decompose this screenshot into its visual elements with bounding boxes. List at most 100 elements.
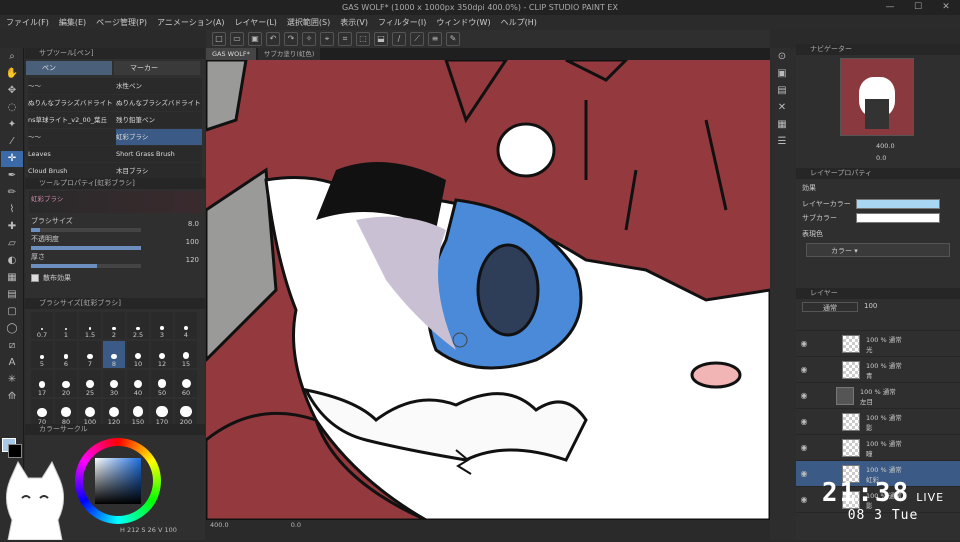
layer-row[interactable]: ◉ 100 % 通常光 [796,331,960,357]
material-icon[interactable]: ▦ [771,117,793,133]
navigator-preview[interactable] [840,58,914,136]
layer-row[interactable]: ◉ 100 % 通常 左目 [796,383,960,409]
ruler-icon[interactable]: ⟋ [410,32,424,46]
brush-size-option[interactable]: 170 [151,399,173,426]
eyedropper-icon[interactable]: ⁄ [1,134,23,150]
expression-dropdown[interactable]: カラー ▾ [806,243,950,257]
saturation-value-square[interactable] [95,458,141,504]
cross-icon[interactable]: ✛ [1,151,23,167]
layer-color-swatch[interactable] [856,199,940,209]
pen-pressure-icon[interactable]: ∕ [392,32,406,46]
eraser-icon[interactable]: ▱ [1,236,23,252]
list-item[interactable]: ぬりんなブラシズバドライト ぬりんなブラシズバドライト [28,95,202,111]
brush-size-option[interactable]: 30 [103,370,125,397]
close-button[interactable]: ✕ [932,0,960,15]
hand-icon[interactable]: ✋ [1,66,23,82]
menu-view[interactable]: 表示(V) [340,15,368,30]
eye-icon[interactable]: ◉ [796,365,812,374]
sub-color-swatch[interactable] [8,444,22,458]
brush-size-option[interactable]: 0.7 [31,312,53,339]
list-item[interactable]: 〜〜 水性ペン [28,78,202,94]
brush-size-option[interactable]: 17 [31,370,53,397]
info-icon[interactable]: ▤ [771,83,793,99]
brush-size-option[interactable]: 15 [175,341,197,368]
open-icon[interactable]: ▭ [230,32,244,46]
menu-window[interactable]: ウィンドウ(W) [436,15,490,30]
figure-icon[interactable]: ▢ [1,304,23,320]
history-icon[interactable]: ✕ [771,100,793,116]
list-item[interactable]: Cloud Brush 木目ブラシ [28,163,202,179]
transform-icon[interactable]: ⌖ [320,32,334,46]
brush-size-option[interactable]: 2 [103,312,125,339]
menu-animation[interactable]: アニメーション(A) [157,15,224,30]
prop-brush-size[interactable]: ブラシサイズ 8.0 [25,215,205,233]
gradient-icon[interactable]: ▤ [1,287,23,303]
layer-opacity[interactable]: 100 [864,302,877,312]
pencil-icon[interactable]: ✏ [1,185,23,201]
list-item[interactable]: 〜〜 虹彩ブラシ [28,129,202,145]
brush-size-option[interactable]: 20 [55,370,77,397]
brush-size-option[interactable]: 80 [55,399,77,426]
tab-marker[interactable]: マーカー [114,61,200,75]
eye-icon[interactable]: ◉ [796,443,812,452]
thickness-slider[interactable] [31,264,141,268]
drawing-canvas[interactable] [206,60,770,520]
brush-size-option[interactable]: 4 [175,312,197,339]
pen-settings-icon[interactable]: ✎ [446,32,460,46]
brush-size-option[interactable]: 1 [55,312,77,339]
brush-size-option[interactable]: 200 [175,399,197,426]
text-icon[interactable]: A [1,355,23,371]
blend-mode-dropdown[interactable]: 通常 [802,302,858,312]
deselect-icon[interactable]: ⬚ [356,32,370,46]
eye-icon[interactable]: ◉ [796,417,812,426]
balloon-icon[interactable]: ✳ [1,372,23,388]
opacity-slider[interactable] [31,246,141,250]
navigator-icon[interactable]: ⊙ [771,49,793,65]
maximize-button[interactable]: ☐ [904,0,932,15]
menu-help[interactable]: ヘルプ(H) [501,15,537,30]
tab-subcanvas[interactable]: サブカ塗り(虹色) [257,48,321,60]
menu-page[interactable]: ページ管理(P) [96,15,147,30]
auto-select-icon[interactable]: ✦ [1,117,23,133]
prop-thickness[interactable]: 厚さ 120 [25,251,205,269]
pen-icon[interactable]: ✒ [1,168,23,184]
minimize-button[interactable]: — [876,0,904,15]
brush-size-option[interactable]: 60 [175,370,197,397]
menu-edit[interactable]: 編集(E) [59,15,86,30]
lasso-icon[interactable]: ◌ [1,100,23,116]
tab-pen[interactable]: ペン [26,61,112,75]
brush-size-option[interactable]: 25 [79,370,101,397]
save-icon[interactable]: ▣ [248,32,262,46]
sub-color-swatch-field[interactable] [856,213,940,223]
brush-size-option[interactable]: 12 [151,341,173,368]
menu-selection[interactable]: 選択範囲(S) [287,15,330,30]
layer-search-icon[interactable]: ☰ [771,134,793,150]
invert-selection-icon[interactable]: ⬓ [374,32,388,46]
brush-size-option[interactable]: 1.5 [79,312,101,339]
brush-size-option[interactable]: 150 [127,399,149,426]
brush-size-option[interactable]: 120 [103,399,125,426]
brush-size-option[interactable]: 3 [151,312,173,339]
snap-icon[interactable]: ≡ [428,32,442,46]
list-item[interactable]: Leaves Short Grass Brush [28,146,202,162]
brush-size-option[interactable]: 7 [79,341,101,368]
correct-line-icon[interactable]: ⟰ [1,389,23,405]
menu-layer[interactable]: レイヤー(L) [234,15,276,30]
menu-filter[interactable]: フィルター(I) [378,15,426,30]
brush-size-option[interactable]: 50 [151,370,173,397]
clear-icon[interactable]: ✧ [302,32,316,46]
hue-ring[interactable] [75,438,161,524]
layer-row[interactable]: ◉ 100 % 通常影 [796,409,960,435]
brush-size-option[interactable]: 10 [127,341,149,368]
brush-size-option[interactable]: 8 [103,341,125,368]
tab-gas-wolf[interactable]: GAS WOLF* [206,48,256,60]
new-file-icon[interactable]: □ [212,32,226,46]
brush-size-option[interactable]: 100 [79,399,101,426]
menu-file[interactable]: ファイル(F) [6,15,49,30]
subview-icon[interactable]: ▣ [771,66,793,82]
eye-icon[interactable]: ◉ [796,339,812,348]
fill-icon[interactable]: ▦ [1,270,23,286]
layer-row[interactable]: ◉ 100 % 通常瞳 [796,435,960,461]
airbrush-icon[interactable]: ✚ [1,219,23,235]
brush-size-slider[interactable] [31,228,141,232]
